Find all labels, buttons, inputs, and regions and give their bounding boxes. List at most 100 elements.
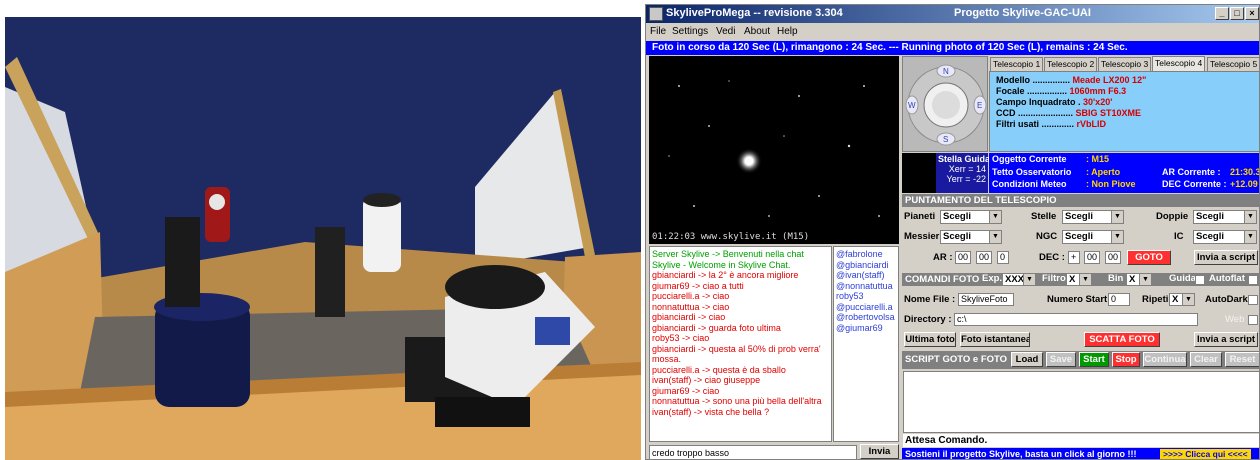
ic-label: IC bbox=[1174, 231, 1184, 242]
chevron-down-icon: ▼ bbox=[989, 231, 1001, 243]
menu-help[interactable]: Help bbox=[777, 26, 798, 37]
chat-user[interactable]: @robertovolsa bbox=[836, 312, 896, 323]
compass-control[interactable]: N S W E bbox=[902, 56, 988, 152]
ar-minutes-input[interactable]: 00 bbox=[976, 251, 992, 264]
tab-telescopio-1[interactable]: Telescopio 1 bbox=[990, 57, 1044, 71]
info-value: Meade LX200 12" bbox=[1072, 75, 1147, 85]
dec-degrees-input[interactable]: 00 bbox=[1084, 251, 1100, 264]
chevron-down-icon: ▼ bbox=[1182, 294, 1194, 305]
nome-file-input[interactable]: SkyliveFoto bbox=[958, 293, 1014, 306]
chat-user[interactable]: @pucciarelli.a bbox=[836, 302, 896, 313]
pointing-send-script-button[interactable]: Invia a script bbox=[1194, 250, 1258, 265]
ic-select[interactable]: Scegli ▼ bbox=[1193, 230, 1257, 244]
chat-input[interactable] bbox=[649, 445, 857, 459]
script-stop-button[interactable]: Stop bbox=[1112, 352, 1140, 367]
goto-button[interactable]: GOTO bbox=[1127, 250, 1171, 265]
numero-start-input[interactable]: 0 bbox=[1108, 293, 1130, 306]
script-start-button[interactable]: Start bbox=[1079, 352, 1109, 367]
dec-sign-input[interactable]: + bbox=[1068, 251, 1080, 264]
compass-s-label[interactable]: S bbox=[943, 135, 948, 144]
skylive-window: SkyliveProMega -- revisione 3.304 Proget… bbox=[645, 4, 1260, 460]
support-click-link[interactable]: >>>> Clicca qui <<<< bbox=[1160, 449, 1251, 459]
close-button[interactable]: × bbox=[1245, 7, 1259, 20]
numero-start-label: Numero Start bbox=[1047, 294, 1108, 305]
scatta-foto-button[interactable]: SCATTA FOTO bbox=[1084, 332, 1160, 347]
bin-label: Bin bbox=[1108, 273, 1124, 284]
chat-user[interactable]: @giumar69 bbox=[836, 323, 896, 334]
web-checkbox[interactable] bbox=[1248, 315, 1258, 325]
exp-select-value: XXX bbox=[1005, 274, 1025, 285]
info-value: 30'x20' bbox=[1083, 97, 1113, 107]
autodark-checkbox[interactable] bbox=[1248, 295, 1258, 305]
pianeti-select[interactable]: Scegli ▼ bbox=[940, 210, 1002, 224]
foto-istantanea-button[interactable]: Foto istantanea bbox=[960, 332, 1030, 347]
chevron-down-icon: ▼ bbox=[989, 211, 1001, 223]
ngc-select[interactable]: Scegli ▼ bbox=[1062, 230, 1124, 244]
photo-commands-title: COMANDI FOTO bbox=[905, 274, 980, 285]
directory-input[interactable]: c:\ bbox=[954, 313, 1198, 326]
ar-seconds-input[interactable]: 0 bbox=[997, 251, 1009, 264]
weather-label: Condizioni Meteo bbox=[992, 179, 1067, 189]
tab-telescopio-5[interactable]: Telescopio 5 bbox=[1207, 57, 1259, 71]
chat-send-button[interactable]: Invia bbox=[860, 444, 899, 459]
title-bar[interactable]: SkyliveProMega -- revisione 3.304 Proget… bbox=[646, 5, 1259, 23]
script-editor[interactable] bbox=[903, 371, 1259, 433]
script-reset-button[interactable]: Reset bbox=[1225, 352, 1259, 367]
guide-star-panel: Stella Guida Xerr = 14 Yerr = -22 bbox=[936, 153, 990, 193]
pianeti-select-value: Scegli bbox=[943, 211, 971, 222]
menu-about[interactable]: About bbox=[744, 26, 770, 37]
command-status: Attesa Comando. bbox=[903, 434, 1259, 447]
messier-select[interactable]: Scegli ▼ bbox=[940, 230, 1002, 244]
ripeti-label: Ripeti bbox=[1142, 294, 1169, 305]
ripeti-select[interactable]: X ▼ bbox=[1169, 293, 1195, 306]
telescope-info-panel: Modello ............... Meade LX200 12" … bbox=[989, 71, 1259, 152]
menu-settings[interactable]: Settings bbox=[672, 26, 708, 37]
exp-select[interactable]: XXX ▼ bbox=[1002, 273, 1036, 286]
chat-message: gbianciardi -> questa al 50% di prob ver… bbox=[652, 343, 821, 365]
chat-user[interactable]: @ivan(staff) bbox=[836, 270, 896, 281]
script-save-button[interactable]: Save bbox=[1046, 352, 1076, 367]
chat-user[interactable]: roby53 bbox=[836, 291, 896, 302]
chevron-down-icon: ▼ bbox=[1139, 274, 1151, 285]
chat-user-list[interactable]: @fabrolone @gbianciardi @ivan(staff) @nonna… bbox=[833, 246, 899, 442]
compass-e-label[interactable]: E bbox=[977, 101, 982, 110]
chat-user[interactable]: @fabrolone bbox=[836, 249, 896, 260]
autoflat-checkbox[interactable] bbox=[1248, 275, 1258, 285]
tab-telescopio-2[interactable]: Telescopio 2 bbox=[1044, 57, 1098, 71]
info-value: 1060mm F6.3 bbox=[1069, 86, 1127, 96]
stelle-select[interactable]: Scegli ▼ bbox=[1062, 210, 1124, 224]
directory-label: Directory : bbox=[904, 314, 952, 325]
doppie-select[interactable]: Scegli ▼ bbox=[1193, 210, 1257, 224]
chevron-down-icon: ▼ bbox=[1111, 211, 1123, 223]
chat-message: giumar69 -> ciao a tutti bbox=[652, 280, 744, 291]
ultima-foto-button[interactable]: Ultima foto bbox=[904, 332, 956, 347]
filtro-select[interactable]: X ▼ bbox=[1066, 273, 1092, 286]
image-caption: 01:22:03 www.skylive.it (M15) bbox=[652, 232, 810, 242]
support-text: Sostieni il progetto Skylive, basta un c… bbox=[905, 449, 1137, 459]
star-field bbox=[668, 80, 880, 217]
tab-telescopio-3[interactable]: Telescopio 3 bbox=[1098, 57, 1152, 71]
dec-minutes-input[interactable]: 00 bbox=[1105, 251, 1121, 264]
chat-user[interactable]: @gbianciardi bbox=[836, 260, 896, 271]
chat-message: ivan(staff) -> vista che bella ? bbox=[652, 406, 770, 417]
script-clear-button[interactable]: Clear bbox=[1190, 352, 1222, 367]
compass-w-label[interactable]: W bbox=[908, 101, 916, 110]
messier-select-value: Scegli bbox=[943, 231, 971, 242]
guide-yerr: Yerr = -22 bbox=[946, 174, 986, 184]
menu-file[interactable]: File bbox=[650, 26, 666, 37]
script-continua-button[interactable]: Continua bbox=[1143, 352, 1187, 367]
script-load-button[interactable]: Load bbox=[1011, 352, 1043, 367]
minimize-button[interactable]: _ bbox=[1215, 7, 1229, 20]
stelle-select-value: Scegli bbox=[1065, 211, 1093, 222]
bin-select[interactable]: X ▼ bbox=[1126, 273, 1152, 286]
tab-telescopio-4[interactable]: Telescopio 4 bbox=[1152, 56, 1206, 71]
ar-hours-input[interactable]: 00 bbox=[955, 251, 971, 264]
compass-n-label[interactable]: N bbox=[943, 67, 949, 76]
chat-user[interactable]: @nonnatuttua bbox=[836, 281, 896, 292]
menu-vedi[interactable]: Vedi bbox=[716, 26, 735, 37]
photo-send-script-button[interactable]: Invia a script bbox=[1194, 332, 1258, 347]
guida-checkbox[interactable] bbox=[1195, 275, 1205, 285]
maximize-button[interactable]: □ bbox=[1230, 7, 1244, 20]
chat-log[interactable]: Server Skylive -> Benvenuti nella chat S… bbox=[649, 246, 832, 442]
dec-current-value: +12.09 bbox=[1230, 179, 1258, 189]
